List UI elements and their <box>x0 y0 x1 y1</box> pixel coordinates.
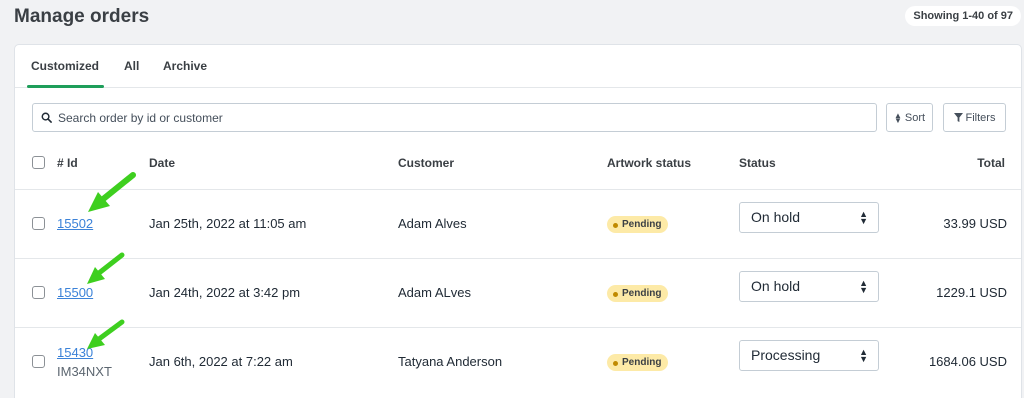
search-icon <box>41 112 52 123</box>
status-value: On hold <box>751 209 801 225</box>
tab-customized[interactable]: Customized <box>31 59 99 73</box>
order-date: Jan 24th, 2022 at 3:42 pm <box>149 285 301 300</box>
col-id[interactable]: # Id <box>57 156 78 170</box>
search-input[interactable] <box>58 110 858 125</box>
col-total[interactable]: Total <box>977 156 1005 170</box>
annotation-arrow-icon <box>88 172 136 212</box>
status-select[interactable]: On hold ▲ ▼ <box>739 271 879 302</box>
filters-label: Filters <box>965 111 996 124</box>
tab-all[interactable]: All <box>124 59 139 73</box>
status-select[interactable]: Processing ▲ ▼ <box>739 340 879 371</box>
table-row[interactable]: 15500 Jan 24th, 2022 at 3:42 pm Adam ALv… <box>15 258 1021 327</box>
row-checkbox[interactable] <box>32 355 45 368</box>
orders-card: Customized All Archive ▲▼ Sort Filters #… <box>14 44 1022 398</box>
order-date: Jan 6th, 2022 at 7:22 am <box>149 354 293 369</box>
customer-name: Tatyana Anderson <box>398 354 503 369</box>
order-date: Jan 25th, 2022 at 11:05 am <box>149 216 307 231</box>
sort-button[interactable]: ▲ ▼ Sort <box>886 103 933 132</box>
artwork-status-badge: Pending <box>607 285 669 302</box>
table-row[interactable]: 15502 Jan 25th, 2022 at 11:05 am Adam Al… <box>15 189 1021 258</box>
sort-icon: ▲ ▼ <box>893 110 902 125</box>
active-tab-indicator <box>27 85 104 88</box>
status-value: On hold <box>751 278 801 294</box>
order-id-link[interactable]: 15502 <box>57 216 93 231</box>
select-all-checkbox[interactable] <box>32 156 45 169</box>
showing-count-badge: Showing 1-40 of 97 <box>905 6 1021 26</box>
customer-name: Adam ALves <box>398 285 471 300</box>
order-total: 1684.06 USD <box>928 354 1007 369</box>
artwork-status-badge: Pending <box>607 216 669 233</box>
annotation-arrow-icon <box>87 319 125 349</box>
order-reference: IM34NXT <box>57 364 112 379</box>
order-total: 1229.1 USD <box>936 285 1007 300</box>
annotation-arrow-icon <box>87 252 125 284</box>
col-artwork-status[interactable]: Artwork status <box>607 156 691 170</box>
col-customer[interactable]: Customer <box>398 156 454 170</box>
col-status[interactable]: Status <box>739 156 776 170</box>
select-arrows-icon: ▲ ▼ <box>859 278 868 295</box>
filters-button[interactable]: Filters <box>943 103 1006 132</box>
search-box[interactable] <box>32 103 877 132</box>
order-total: 33.99 USD <box>943 216 1007 231</box>
select-arrows-icon: ▲ ▼ <box>859 209 868 226</box>
row-checkbox[interactable] <box>32 217 45 230</box>
status-select[interactable]: On hold ▲ ▼ <box>739 202 879 233</box>
customer-name: Adam Alves <box>398 216 467 231</box>
row-checkbox[interactable] <box>32 286 45 299</box>
tabs-bar: Customized All Archive <box>15 45 1021 88</box>
page-title: Manage orders <box>14 6 150 27</box>
filter-icon <box>953 113 963 122</box>
sort-label: Sort <box>904 111 926 124</box>
table-row[interactable]: 15430 IM34NXT Jan 6th, 2022 at 7:22 am T… <box>15 327 1021 396</box>
col-date[interactable]: Date <box>149 156 175 170</box>
status-value: Processing <box>751 347 821 363</box>
artwork-status-badge: Pending <box>607 354 669 371</box>
select-arrows-icon: ▲ ▼ <box>859 347 868 364</box>
tab-archive[interactable]: Archive <box>163 59 207 73</box>
